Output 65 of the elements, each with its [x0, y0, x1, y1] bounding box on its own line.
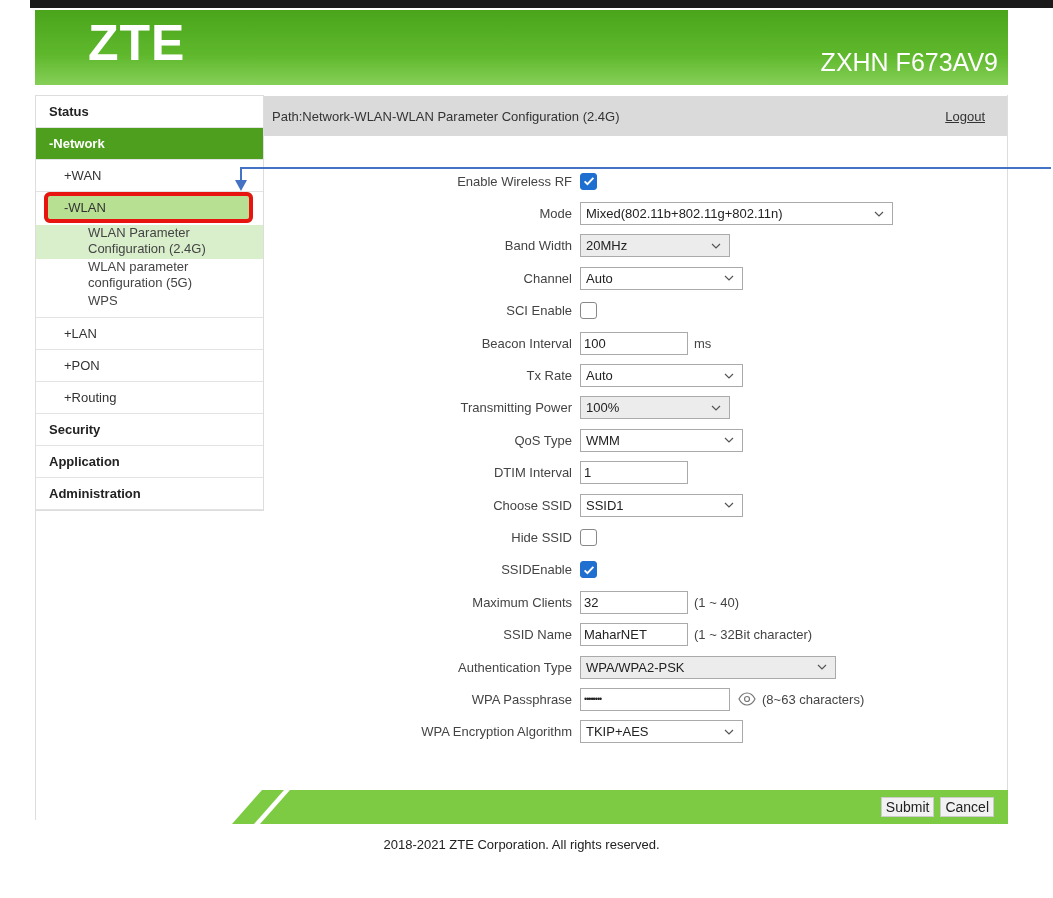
field-label: Beacon Interval [480, 335, 573, 351]
input-field[interactable]: •••••••• [580, 687, 730, 711]
caret-icon [711, 404, 721, 411]
form-button[interactable]: Submit [880, 797, 935, 817]
caret-icon [724, 728, 734, 735]
dropdown[interactable]: WMM [580, 428, 743, 452]
input-field[interactable]: MaharNET [580, 623, 688, 647]
checkbox[interactable] [580, 302, 597, 320]
field-label: QoS Type [513, 432, 573, 448]
field-hint: ms [694, 335, 712, 351]
field-label: Choose SSID [492, 497, 573, 513]
field-label: SCI Enable [505, 303, 573, 319]
dropdown[interactable]: Auto [580, 266, 743, 290]
caret-icon [874, 210, 884, 217]
field-label: Authentication Type [457, 659, 573, 675]
field-hint: (1 ~ 32Bit character) [694, 627, 813, 643]
field-label: Hide SSID [510, 530, 573, 545]
field-label: WPA Encryption Algorithm [420, 724, 573, 740]
checkbox[interactable] [580, 172, 597, 190]
dropdown[interactable]: Auto [580, 364, 743, 388]
input-field[interactable]: 1 [580, 461, 688, 485]
caret-icon [724, 275, 734, 282]
menu-item[interactable]: WLAN parameter configuration (5G) [36, 259, 263, 293]
input-field[interactable]: 32 [580, 590, 688, 614]
menu-item[interactable]: -WLAN [44, 192, 253, 223]
field-label: Band Width [503, 238, 573, 254]
menu-item[interactable]: WLAN Parameter Configuration (2.4G) [36, 225, 263, 259]
breadcrumb: Path:Network-WLAN-WLAN Parameter Configuration (2.4G) [272, 108, 620, 124]
menu-item[interactable]: Administration [36, 478, 263, 510]
field-hint: (8~63 characters) [762, 691, 865, 707]
eye-icon[interactable] [738, 692, 756, 707]
model-name: ZXHN F673AV9 [820, 48, 998, 77]
field-label: Mode [538, 206, 573, 222]
caret-icon [817, 664, 827, 671]
checkbox[interactable] [580, 561, 597, 579]
field-label: Enable Wireless RF [456, 173, 573, 189]
field-label: Channel [522, 270, 573, 286]
field-label: Transmitting Power [459, 400, 573, 416]
caret-icon [724, 502, 734, 509]
field-label: SSID Name [502, 627, 573, 643]
form-button[interactable]: Cancel [940, 797, 994, 817]
dropdown[interactable]: SSID1 [580, 493, 743, 517]
caret-icon [711, 242, 721, 249]
field-label: DTIM Interval [493, 465, 573, 481]
copyright: 2018-2021 ZTE Corporation. All rights reserved. [382, 837, 661, 852]
menu-item[interactable]: Application [36, 446, 263, 478]
menu-item[interactable]: +Routing [36, 382, 263, 414]
menu-item[interactable]: +LAN [36, 318, 263, 350]
caret-icon [724, 437, 734, 444]
input-field[interactable]: 100 [580, 331, 688, 355]
logo: ZTE [88, 13, 186, 72]
menu-item[interactable]: +PON [36, 350, 263, 382]
caret-icon [724, 372, 734, 379]
checkbox[interactable] [580, 529, 597, 546]
menu-item[interactable]: Security [36, 414, 263, 446]
logout-link[interactable]: Logout [945, 108, 985, 124]
field-label: Maximum Clients [471, 594, 573, 610]
menu-item[interactable]: WPS [36, 293, 263, 311]
check-icon [581, 174, 596, 189]
field-label: WPA Passphrase [470, 691, 573, 707]
field-label: SSIDEnable [500, 562, 573, 578]
field-label: Tx Rate [525, 368, 573, 384]
dropdown[interactable]: TKIP+AES [580, 720, 743, 744]
dropdown[interactable]: Mixed(802.11b+802.11g+802.11n) [580, 202, 893, 226]
field-hint: (1 ~ 40) [694, 594, 740, 610]
